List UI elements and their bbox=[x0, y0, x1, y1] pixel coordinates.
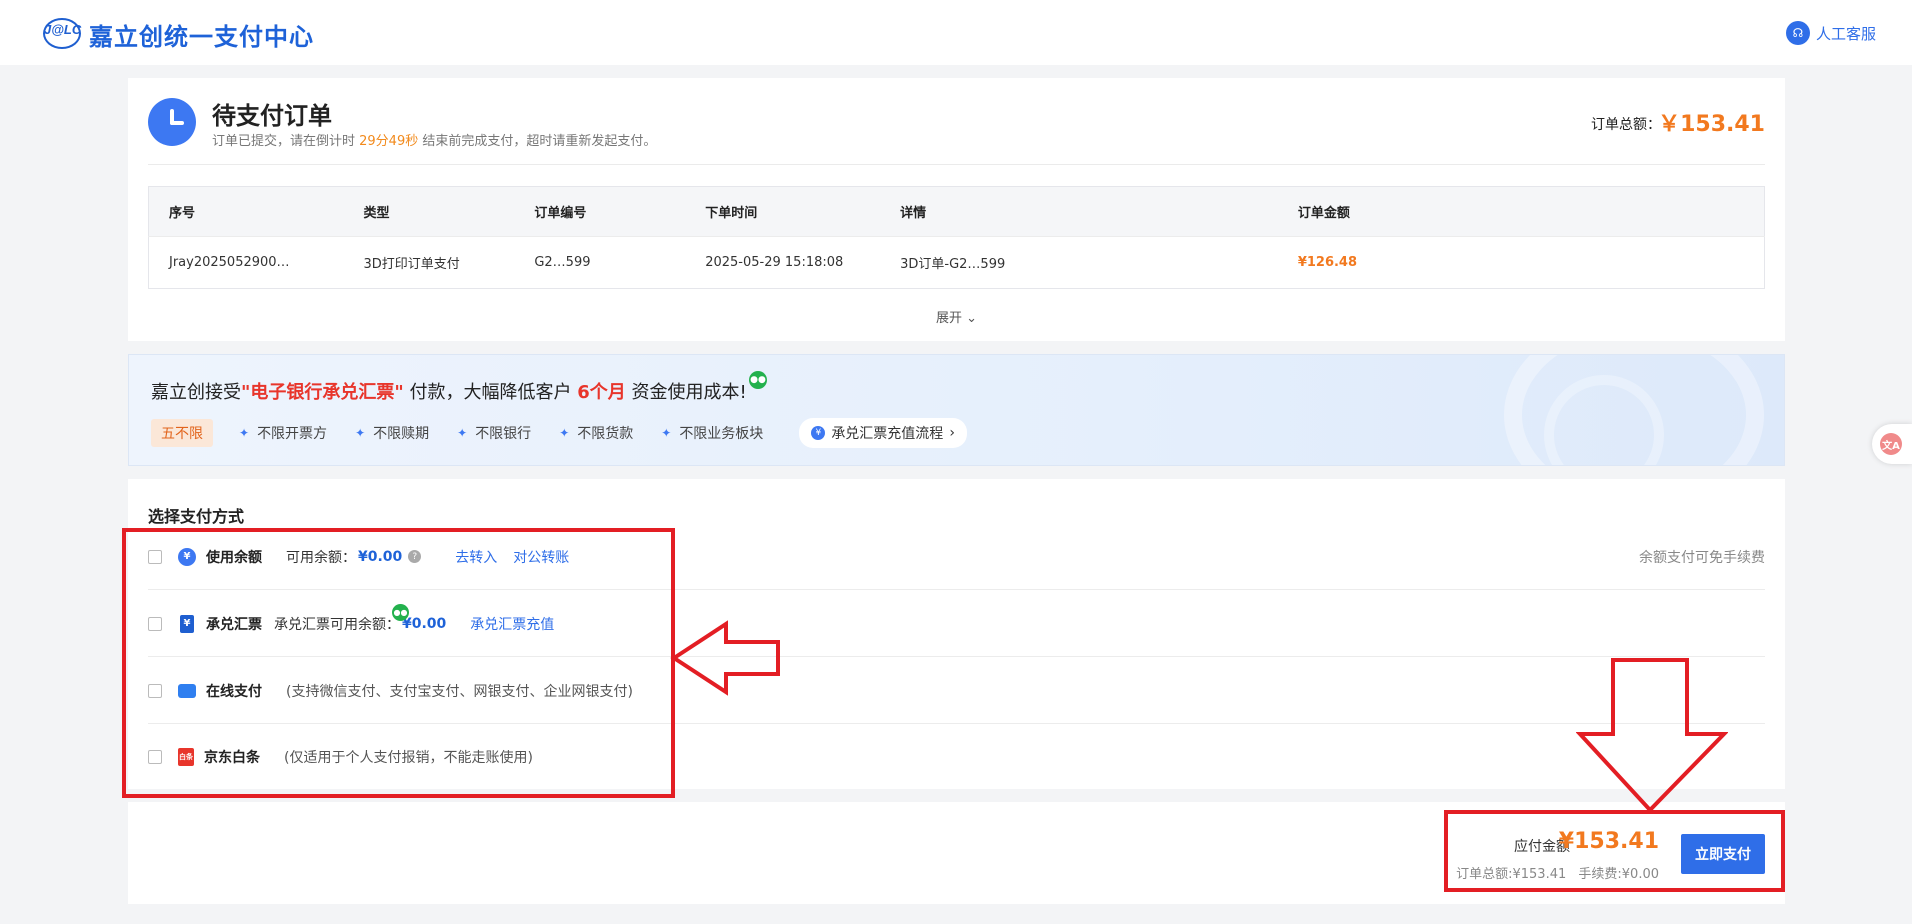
diamond-icon: ✦ bbox=[661, 426, 672, 440]
order-card: 待支付订单 订单已提交，请在倒计时 29分49秒 结束前完成支付，超时请重新发起… bbox=[128, 78, 1785, 341]
wechat-icon[interactable]: ●● bbox=[749, 371, 767, 389]
logo-text: J@LC bbox=[44, 22, 82, 37]
feature-item: ✦ 不限银行 bbox=[457, 423, 531, 443]
annotation-box-payment-options bbox=[122, 528, 675, 798]
banner-features: 五不限 ✦ 不限开票方 ✦ 不限赎期 ✦ 不限银行 ✦ 不限货款 ✦ 不限业务板块 ¥ 承… bbox=[151, 418, 967, 448]
cell-detail: 3D订单-G2…599 bbox=[880, 236, 1278, 289]
order-countdown-text: 订单已提交，请在倒计时 29分49秒 结束前完成支付，超时请重新发起支付。 bbox=[212, 130, 656, 149]
customer-service-label: 人工客服 bbox=[1815, 24, 1876, 43]
divider bbox=[148, 164, 1765, 165]
side-translate-widget[interactable]: 文A bbox=[1872, 424, 1912, 464]
flow-button-label: 承兑汇票充值流程 bbox=[831, 426, 944, 442]
feature-item: ✦ 不限开票方 bbox=[239, 423, 327, 443]
col-header: 类型 bbox=[343, 186, 515, 237]
countdown-prefix: 订单已提交，请在倒计时 bbox=[212, 134, 360, 149]
diamond-icon: ✦ bbox=[355, 426, 366, 440]
banner-title-prefix: 嘉立创接受 bbox=[151, 382, 241, 403]
banner-title-highlight: "电子银行承兑汇票" bbox=[241, 382, 404, 403]
banner-title-months: 6个月 bbox=[577, 382, 626, 403]
feature-label: 不限开票方 bbox=[257, 426, 328, 442]
feature-item: ✦ 不限业务板块 bbox=[661, 423, 763, 443]
cell-time: 2025-05-29 15:18:08 bbox=[685, 236, 881, 289]
cell-serial: Jray2025052900… bbox=[148, 236, 344, 289]
annotation-arrow-left bbox=[670, 620, 780, 696]
col-header: 订单金额 bbox=[1277, 186, 1765, 237]
cell-order-no: G2…599 bbox=[514, 236, 686, 289]
cell-type: 3D打印订单支付 bbox=[343, 236, 515, 289]
diamond-icon: ✦ bbox=[239, 426, 250, 440]
annotation-box-pay-button bbox=[1444, 810, 1785, 892]
translate-icon: 文A bbox=[1880, 433, 1902, 455]
five-unlimited-tag: 五不限 bbox=[151, 419, 213, 447]
diamond-icon: ✦ bbox=[457, 426, 468, 440]
countdown-value: 29分49秒 bbox=[359, 134, 419, 149]
clock-icon bbox=[148, 98, 196, 146]
brand-title: 嘉立创统一支付中心 bbox=[89, 23, 314, 51]
acceptance-banner[interactable]: 嘉立创接受"电子银行承兑汇票" 付款，大幅降低客户 6个月 资金使用成本! ●●… bbox=[128, 354, 1785, 466]
acceptance-flow-button[interactable]: ¥ 承兑汇票充值流程 › bbox=[799, 418, 967, 448]
diamond-icon: ✦ bbox=[559, 426, 570, 440]
col-header: 详情 bbox=[880, 186, 1278, 237]
feature-label: 不限业务板块 bbox=[679, 426, 764, 442]
page-title: 待支付订单 bbox=[212, 102, 332, 130]
col-header: 下单时间 bbox=[685, 186, 881, 237]
info-icon: ¥ bbox=[811, 426, 826, 440]
headset-icon: ☊ bbox=[1785, 21, 1810, 45]
col-header: 订单编号 bbox=[514, 186, 686, 237]
feature-item: ✦ 不限货款 bbox=[559, 423, 633, 443]
balance-fee-note: 余额支付可免手续费 bbox=[1639, 549, 1765, 566]
countdown-suffix: 结束前完成支付，超时请重新发起支付。 bbox=[418, 134, 657, 149]
banner-title-suffix: 资金使用成本! bbox=[625, 382, 747, 403]
order-table: 序号 类型 订单编号 下单时间 详情 订单金额 Jray2025052900… … bbox=[148, 186, 1765, 289]
top-bar: J@LC 嘉立创统一支付中心 ☊ 人工客服 bbox=[0, 0, 1912, 65]
order-total-value: ￥153.41 bbox=[1658, 112, 1765, 137]
feature-item: ✦ 不限赎期 bbox=[355, 423, 429, 443]
feature-label: 不限银行 bbox=[475, 426, 532, 442]
banner-title: 嘉立创接受"电子银行承兑汇票" 付款，大幅降低客户 6个月 资金使用成本! bbox=[151, 378, 747, 404]
col-header: 序号 bbox=[148, 186, 344, 237]
chevron-right-icon: › bbox=[949, 425, 955, 441]
order-total-label: 订单总额： bbox=[1591, 117, 1661, 133]
customer-service-link[interactable]: ☊ 人工客服 bbox=[1785, 21, 1876, 45]
table-row: Jray2025052900… 3D打印订单支付 G2…599 2025-05-… bbox=[148, 236, 1765, 289]
table-header-row: 序号 类型 订单编号 下单时间 详情 订单金额 bbox=[148, 186, 1765, 237]
feature-label: 不限货款 bbox=[577, 426, 634, 442]
annotation-arrow-down bbox=[1576, 658, 1728, 813]
expand-toggle[interactable]: 展开 ⌄ bbox=[128, 307, 1785, 326]
banner-title-mid: 付款，大幅降低客户 bbox=[409, 382, 578, 403]
feature-label: 不限赎期 bbox=[373, 426, 430, 442]
cell-amount: ¥126.48 bbox=[1277, 236, 1765, 289]
